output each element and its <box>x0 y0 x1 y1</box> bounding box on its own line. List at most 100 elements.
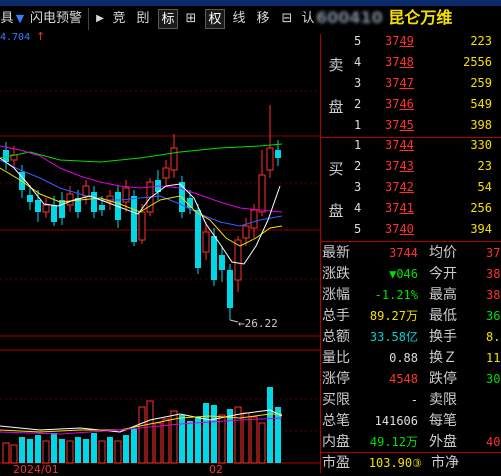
candle-body-down <box>219 255 225 270</box>
sell-order-row[interactable]: 1 3745 398 <box>351 115 501 136</box>
pe-value: 103.90③ <box>368 456 422 470</box>
quote-v2: 11.3 <box>486 351 501 365</box>
grid-icon[interactable]: ⊞ <box>182 9 200 29</box>
buy-label-2: 盘 <box>328 202 344 220</box>
volume-bar-down <box>107 437 113 463</box>
quote-k2: 均价 <box>429 245 457 261</box>
date-label-feb: 02 <box>209 463 223 476</box>
stock-code: 600410 <box>316 8 383 27</box>
quote-k1: 量比 <box>322 350 350 366</box>
buy-price: 3742 <box>385 180 414 194</box>
sell-order-row[interactable]: 2 3746 549 <box>351 94 501 115</box>
candle-body-up <box>162 167 170 179</box>
buy-volume: 54 <box>477 180 492 194</box>
sell-label-1: 卖 <box>328 56 344 74</box>
quote-v1: 0.88 <box>389 351 418 365</box>
quote-v1: 141606 <box>374 414 418 428</box>
quote-v2: 38 <box>486 288 501 302</box>
volume-bar-up <box>2 442 10 464</box>
buy-order-row[interactable]: 3 3742 54 <box>351 177 501 198</box>
stock-title: 600410 昆仑万维 <box>316 7 452 29</box>
sell-order-row[interactable]: 4 3748 2556 <box>351 52 501 73</box>
move-button[interactable]: 移 <box>254 9 272 29</box>
volume-bar-down <box>91 433 97 463</box>
candle-body-up <box>242 225 250 239</box>
candle-body-up <box>42 204 50 213</box>
buy-price: 3740 <box>385 222 414 236</box>
quote-k2: 今开 <box>429 266 457 282</box>
buy-volume: 23 <box>477 159 492 173</box>
test-button[interactable]: 刡 <box>134 9 152 29</box>
volume-bar-up <box>154 422 162 464</box>
quote-row: 总手 89.27万 最低 36 <box>321 306 501 326</box>
quote-v2: 40.14 <box>486 435 501 449</box>
buy-volume: 394 <box>470 222 492 236</box>
quote-row: 量比 0.88 换Ｚ 11.3 <box>321 348 501 368</box>
candle-body-down <box>59 200 65 218</box>
candle-body-down <box>99 205 105 210</box>
mark-button[interactable]: 标 <box>158 9 178 29</box>
play-icon[interactable]: ▶ <box>93 9 107 29</box>
quote-row: 总笔 141606 每笔 <box>321 411 501 431</box>
volume-bar-up <box>138 406 146 464</box>
rights-adjust-button[interactable]: 权 <box>205 9 225 29</box>
buy-order-row[interactable]: 5 3740 394 <box>351 219 501 240</box>
buy-order-row[interactable]: 1 3744 330 <box>351 135 501 156</box>
quote-row: 涨停 4548 跌停 30 <box>321 369 501 389</box>
buy-level: 5 <box>354 222 362 236</box>
candle-body-down <box>211 236 217 280</box>
quote-k1: 总手 <box>322 308 350 324</box>
bidding-button[interactable]: 竞 <box>110 9 128 29</box>
quote-panel: 卖 盘 买 盘 市盈 103.90③ 市净 5 3749 223 4 3748 2556 3… <box>320 34 501 473</box>
kline-chart[interactable] <box>0 0 320 473</box>
volume-bar-up <box>114 440 122 464</box>
quote-k1: 买限 <box>322 392 350 408</box>
volume-bar-down <box>187 421 193 463</box>
auth-button[interactable]: 认 <box>300 9 316 29</box>
buy-volume: 256 <box>470 201 492 215</box>
quote-k2: 换手 <box>429 329 457 345</box>
quote-k2: 最低 <box>429 308 457 324</box>
sell-order-row[interactable]: 3 3747 259 <box>351 73 501 94</box>
dropdown-icon[interactable]: ▼ <box>14 9 26 29</box>
candle-body-up <box>170 147 178 171</box>
sell-order-row[interactable]: 5 3749 223 <box>351 31 501 52</box>
candle-body-up <box>138 211 146 241</box>
volume-bar-down <box>75 437 81 463</box>
quote-k2: 每笔 <box>429 413 457 429</box>
toolbar-divider <box>88 8 89 30</box>
candle-body-down <box>131 196 137 242</box>
volume-bar-up <box>258 422 266 464</box>
quote-v2: 8.0 <box>486 330 501 344</box>
flash-alert-button[interactable]: 闪电预警 <box>28 9 84 29</box>
quote-v1: 49.12万 <box>369 435 418 449</box>
quote-k1: 涨跌 <box>322 266 350 282</box>
buy-order-row[interactable]: 4 3741 256 <box>351 198 501 219</box>
quote-v1: - <box>410 393 418 407</box>
line-button[interactable]: 线 <box>230 9 248 29</box>
volume-bar-down <box>27 439 33 463</box>
window-box-icon[interactable]: ⊟ <box>278 9 296 29</box>
candle-body-down <box>195 210 201 268</box>
date-label-jan: 2024/01 <box>13 463 59 476</box>
tools-menu-partial[interactable]: 具 <box>0 9 14 29</box>
candle-body-down <box>227 270 233 308</box>
sell-price: 3745 <box>385 118 414 132</box>
volume-bar-up <box>242 412 250 464</box>
quote-k2: 外盘 <box>429 434 457 450</box>
sell-volume: 398 <box>470 118 492 132</box>
volume-bar-up <box>10 444 18 464</box>
quote-v2: 37 <box>486 246 501 260</box>
buy-order-row[interactable]: 2 3743 23 <box>351 156 501 177</box>
buy-price: 3744 <box>385 138 414 152</box>
low-marker-line <box>229 319 239 323</box>
quote-k2: 最高 <box>429 287 457 303</box>
stock-name: 昆仑万维 <box>388 8 453 27</box>
ma60-line <box>0 143 283 163</box>
volume-bar-down <box>195 417 201 463</box>
quote-v2: 36 <box>486 309 501 323</box>
up-arrow-icon: ↑ <box>36 30 46 43</box>
quote-row: 涨幅 -1.21% 最高 38 <box>321 285 501 305</box>
buy-label-1: 买 <box>328 160 344 178</box>
quote-row: 最新 3744 均价 37 <box>321 243 501 263</box>
